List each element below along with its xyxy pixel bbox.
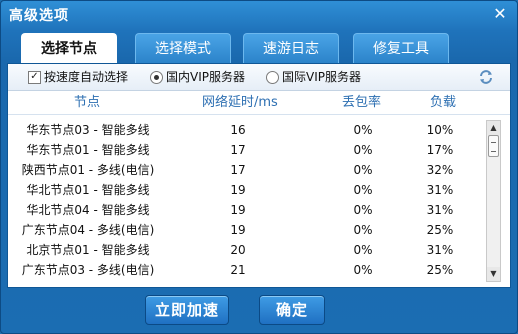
- table-row[interactable]: 北京节点01 - 智能多线 20 0% 31%: [8, 240, 488, 260]
- cell-latency: 19: [230, 203, 246, 217]
- node-list: 华东节点03 - 智能多线 16 0% 10% 华东节点01 - 智能多线 17…: [8, 120, 488, 280]
- cell-latency: 19: [230, 223, 246, 237]
- cell-loss: 0%: [353, 203, 373, 217]
- header-latency: 网络延时/ms: [202, 95, 278, 110]
- cell-load: 10%: [426, 123, 454, 137]
- cell-load: 25%: [426, 263, 454, 277]
- refresh-icon[interactable]: [478, 69, 494, 85]
- scroll-up-icon[interactable]: ▲: [487, 121, 500, 135]
- cell-node: 华北节点01 - 智能多线: [26, 183, 150, 197]
- cell-loss: 0%: [353, 163, 373, 177]
- header-divider: [8, 114, 510, 115]
- intl-vip-radio[interactable]: [266, 71, 279, 84]
- auto-select-checkbox[interactable]: ✓: [28, 71, 41, 84]
- cell-node: 陕西节点01 - 多线(电信): [21, 163, 155, 177]
- tab-select-node[interactable]: 选择节点: [21, 33, 117, 64]
- cell-node: 华北节点04 - 智能多线: [26, 203, 150, 217]
- intl-vip-label: 国际VIP服务器: [282, 70, 361, 84]
- tab-speed-log[interactable]: 速游日志: [243, 33, 339, 63]
- cell-latency: 17: [230, 163, 246, 177]
- node-panel: ✓ 按速度自动选择 国内VIP服务器 国际VIP服务器 节点 网络延时/ms 丢…: [7, 63, 511, 288]
- table-row[interactable]: 广东节点04 - 多线(电信) 19 0% 25%: [8, 220, 488, 240]
- cell-loss: 0%: [353, 183, 373, 197]
- scroll-down-icon[interactable]: ▼: [487, 267, 500, 281]
- cell-loss: 0%: [353, 223, 373, 237]
- cell-node: 北京节点01 - 智能多线: [26, 243, 150, 257]
- cell-loss: 0%: [353, 263, 373, 277]
- cell-node: 广东节点04 - 多线(电信): [21, 223, 155, 237]
- window-title: 高级选项: [9, 8, 69, 24]
- scrollbar[interactable]: ▲ ▼: [486, 120, 501, 282]
- header-node: 节点: [74, 95, 101, 110]
- title-bar[interactable]: 高级选项 ✕: [1, 1, 517, 29]
- cell-latency: 16: [230, 123, 246, 137]
- accelerate-button[interactable]: 立即加速: [145, 295, 229, 325]
- table-row[interactable]: 华东节点03 - 智能多线 16 0% 10%: [8, 120, 488, 140]
- auto-select-label: 按速度自动选择: [44, 70, 129, 84]
- cell-loss: 0%: [353, 143, 373, 157]
- cell-latency: 20: [230, 243, 246, 257]
- table-row[interactable]: 华东节点01 - 智能多线 17 0% 17%: [8, 140, 488, 160]
- table-row[interactable]: 华北节点04 - 智能多线 19 0% 31%: [8, 200, 488, 220]
- cell-latency: 19: [230, 183, 246, 197]
- table-row[interactable]: 华北节点01 - 智能多线 19 0% 31%: [8, 180, 488, 200]
- cell-load: 17%: [426, 143, 454, 157]
- tab-repair-tools[interactable]: 修复工具: [353, 33, 449, 63]
- cell-load: 31%: [426, 243, 454, 257]
- cell-load: 31%: [426, 203, 454, 217]
- domestic-vip-label: 国内VIP服务器: [166, 70, 245, 84]
- cell-load: 31%: [426, 183, 454, 197]
- header-load: 负载: [430, 95, 457, 110]
- table-row[interactable]: 陕西节点01 - 多线(电信) 17 0% 32%: [8, 160, 488, 180]
- cell-node: 华东节点03 - 智能多线: [26, 123, 150, 137]
- cell-node: 广东节点03 - 多线(电信): [21, 263, 155, 277]
- options-bar: ✓ 按速度自动选择 国内VIP服务器 国际VIP服务器: [8, 64, 510, 91]
- tab-select-mode[interactable]: 选择模式: [135, 33, 231, 63]
- scroll-thumb[interactable]: [488, 135, 499, 157]
- ok-button[interactable]: 确定: [259, 295, 325, 325]
- table-row[interactable]: 广东节点03 - 多线(电信) 21 0% 25%: [8, 260, 488, 280]
- domestic-vip-radio[interactable]: [150, 71, 163, 84]
- cell-loss: 0%: [353, 243, 373, 257]
- close-icon[interactable]: ✕: [491, 5, 509, 23]
- cell-loss: 0%: [353, 123, 373, 137]
- cell-node: 华东节点01 - 智能多线: [26, 143, 150, 157]
- header-loss: 丢包率: [342, 95, 382, 110]
- cell-load: 25%: [426, 223, 454, 237]
- cell-latency: 21: [230, 263, 246, 277]
- advanced-options-window: 高级选项 ✕ 选择节点 选择模式 速游日志 修复工具 ✓ 按速度自动选择 国内V…: [0, 0, 518, 334]
- cell-load: 32%: [426, 163, 454, 177]
- cell-latency: 17: [230, 143, 246, 157]
